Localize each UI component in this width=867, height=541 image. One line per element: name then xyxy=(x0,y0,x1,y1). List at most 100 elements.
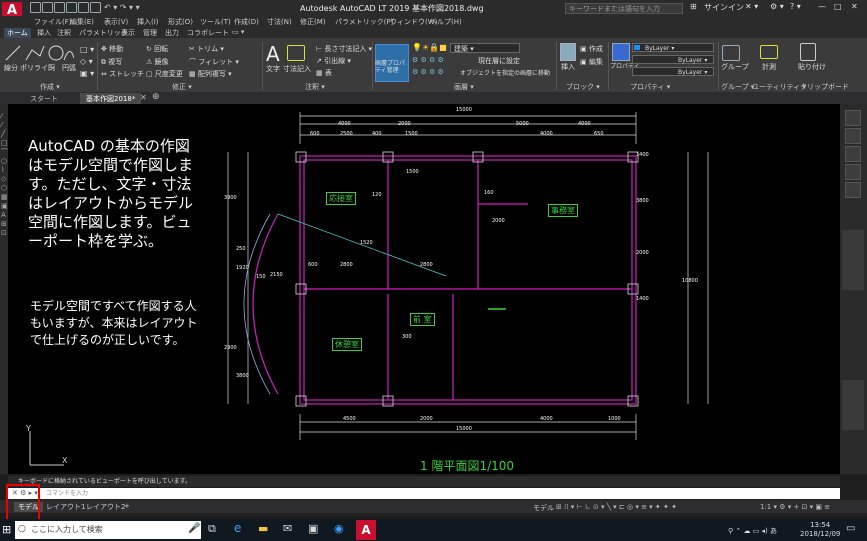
saveas-icon[interactable] xyxy=(66,2,77,13)
pan-icon[interactable] xyxy=(845,128,861,144)
text-button[interactable]: 文字 xyxy=(266,64,280,74)
menu-file[interactable]: ファイル(F) xyxy=(34,17,72,27)
fillet-button[interactable]: ⌒ フィレット ▾ xyxy=(189,57,239,67)
save-icon[interactable] xyxy=(54,2,65,13)
lineweight-dropdown[interactable]: ByLayer ▾ xyxy=(632,55,714,64)
measure-button[interactable]: 計測 xyxy=(762,62,776,72)
windows-start-icon[interactable]: ⊞ xyxy=(2,523,11,536)
edit-block-button[interactable]: ▣ 編集 xyxy=(580,57,603,67)
search-input[interactable]: キーワードまたは語句を入力 xyxy=(565,3,683,14)
tool-palette-tab[interactable] xyxy=(842,380,864,430)
utilities-panel-title[interactable]: ユーティリティ ▾ xyxy=(752,82,806,92)
modify-panel-title[interactable]: 修正 ▾ xyxy=(172,82,192,92)
menu-parametric[interactable]: パラメトリック(P) xyxy=(335,17,393,27)
autocad-taskbar-icon[interactable]: A xyxy=(356,520,376,540)
explorer-icon[interactable]: ▬ xyxy=(258,522,268,535)
close-tab-icon[interactable]: ✕ xyxy=(140,93,147,102)
tab-home[interactable]: ホーム xyxy=(4,28,31,38)
new-icon[interactable] xyxy=(30,2,41,13)
tab-manage[interactable]: 管理 xyxy=(140,28,160,38)
showmotion-icon[interactable] xyxy=(845,182,861,198)
color-dropdown[interactable]: ByLayer ▾ xyxy=(632,43,714,52)
menu-draw[interactable]: 作成(D) xyxy=(234,17,259,27)
move-button[interactable]: ✥ 移動 xyxy=(101,44,123,54)
new-tab-icon[interactable]: ⊕ xyxy=(152,92,160,102)
plot-icon[interactable] xyxy=(78,2,89,13)
array-button[interactable]: ▦ 配列複写 ▾ xyxy=(189,69,232,79)
insert-block-button[interactable]: 挿入 xyxy=(561,62,575,72)
command-input[interactable]: コマンドを入力 xyxy=(8,488,840,499)
draw-line-label[interactable]: 線分 xyxy=(4,63,18,73)
tab-insert[interactable]: 挿入 xyxy=(34,28,54,38)
menu-modify[interactable]: 修正(M) xyxy=(300,17,326,27)
mail-icon[interactable]: ✉ xyxy=(283,522,292,535)
menu-edit[interactable]: 編集(E) xyxy=(70,17,94,27)
status-toggle-icons[interactable]: ⊞ ⁞⁞ ▾ ⊢ ∟ ⊙ ▾ ╲ ▾ ⊏ ◎ ▾ ≡ ▾ ✦ ✦ ✦ xyxy=(556,503,677,511)
set-current-layer-button[interactable]: 現在層に設定 xyxy=(478,56,520,66)
draw-small-icons[interactable]: □ ▾ ◇ ▾ ▣ ▾ xyxy=(80,44,94,80)
match-properties-icon[interactable] xyxy=(612,43,630,61)
insert-block-icon[interactable] xyxy=(560,43,576,61)
ribbon-options-icon[interactable]: ▭ ▾ xyxy=(232,28,244,36)
help-icon[interactable]: ? ▾ xyxy=(790,2,801,11)
minimize-button[interactable]: — xyxy=(818,2,826,11)
clipboard-panel-title[interactable]: クリップボード xyxy=(800,82,849,92)
linetype-dropdown[interactable]: ByLayer ▾ xyxy=(632,67,714,76)
edge-icon[interactable]: e xyxy=(234,521,241,535)
exchange-icon[interactable]: ✕ ▾ xyxy=(745,2,758,11)
move-to-layer-button[interactable]: オブジェクトを指定の画層に移動 xyxy=(460,68,550,77)
undo-icon[interactable]: ↶ ▾ ↷ ▾ ▾ xyxy=(104,3,140,12)
menu-tools[interactable]: ツール(T) xyxy=(200,17,231,27)
tab-collaborate[interactable]: コラボレート xyxy=(184,28,232,38)
properties-palette-tab[interactable] xyxy=(842,230,864,290)
layers-panel-title[interactable]: 画層 ▾ xyxy=(454,82,474,92)
viewcube-icon[interactable] xyxy=(845,110,861,126)
taskbar-search-input[interactable]: ここに入力して検索 xyxy=(15,521,201,539)
groups-panel-title[interactable]: グループ ▾ xyxy=(721,82,754,92)
annotation-panel-title[interactable]: 注釈 ▾ xyxy=(305,82,325,92)
draw-arc-label[interactable]: 円弧 xyxy=(62,63,76,73)
tray-icons[interactable]: ⚲ ⌃ ☁ ▭ ◂) あ xyxy=(728,526,777,536)
rotate-button[interactable]: ↻ 回転 xyxy=(146,44,168,54)
stretch-button[interactable]: ⇔ ストレッチ xyxy=(101,69,144,79)
properties-panel-title[interactable]: プロパティ ▾ xyxy=(630,82,670,92)
linear-dim-button[interactable]: ⊢ 長さ寸法記入 ▾ xyxy=(316,44,372,54)
layer-tool-icons[interactable]: ⚙ ⚙ ⚙ ⚙ xyxy=(412,56,444,64)
leader-button[interactable]: ↗ 引出線 ▾ xyxy=(316,56,351,66)
menu-help[interactable]: ヘルプ(H) xyxy=(430,17,462,27)
paste-icon[interactable] xyxy=(800,43,816,61)
task-view-icon[interactable]: ⧉ xyxy=(208,522,216,536)
group-button[interactable]: グループ xyxy=(721,62,749,72)
dimension-button[interactable]: 寸法記入 xyxy=(283,64,311,74)
orbit-icon[interactable] xyxy=(845,164,861,180)
store-icon[interactable]: ▣ xyxy=(308,522,318,535)
group-icon[interactable] xyxy=(722,45,740,61)
tab-output[interactable]: 出力 xyxy=(162,28,182,38)
browser-icon[interactable]: ◉ xyxy=(334,522,344,535)
tab-annotate[interactable]: 注釈 xyxy=(54,28,74,38)
tab-view[interactable]: 表示 xyxy=(118,28,138,38)
scale-button[interactable]: ▢ 尺度変更 xyxy=(146,69,183,79)
layer-dropdown[interactable]: 建築 ▾ xyxy=(450,43,520,53)
tab-add-layout[interactable]: + xyxy=(120,502,134,510)
microphone-icon[interactable]: 🎤 xyxy=(188,523,200,534)
trim-button[interactable]: ✂ トリム ▾ xyxy=(189,44,224,54)
account-icon[interactable]: ⚙ ▾ xyxy=(770,2,784,11)
create-block-button[interactable]: ▣ 作成 xyxy=(580,44,603,54)
draw-panel-title[interactable]: 作成 ▾ xyxy=(40,82,60,92)
menu-insert[interactable]: 挿入(I) xyxy=(137,17,159,27)
dimension-icon[interactable] xyxy=(287,45,305,61)
block-panel-title[interactable]: ブロック ▾ xyxy=(566,82,600,92)
annotation-scale[interactable]: 1:1 ▾ ⚙ ▾ + ⊡ ▾ ▣ ≡ xyxy=(760,503,830,511)
mirror-button[interactable]: ⚠ 鏡像 xyxy=(146,57,169,67)
close-button[interactable]: ✕ xyxy=(851,2,858,11)
draw-circle-label[interactable]: 円 xyxy=(48,63,55,73)
copy-button[interactable]: ⧉ 複写 xyxy=(101,57,122,67)
taskbar-clock[interactable]: 13:54 2018/12/09 xyxy=(800,521,840,539)
menu-view[interactable]: 表示(V) xyxy=(104,17,128,27)
print-icon[interactable] xyxy=(90,2,101,13)
menu-format[interactable]: 形式(O) xyxy=(168,17,193,27)
paste-button[interactable]: 貼り付け xyxy=(798,62,826,72)
measure-icon[interactable] xyxy=(760,45,778,59)
layer-tool-icons-2[interactable]: ⚙ ⚙ ⚙ ⚙ xyxy=(412,68,444,76)
